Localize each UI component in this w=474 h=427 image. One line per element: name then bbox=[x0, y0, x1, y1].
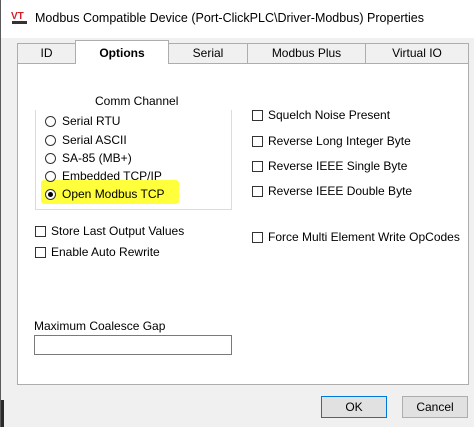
checkbox-icon[interactable] bbox=[35, 225, 46, 237]
checkbox-label: Reverse IEEE Double Byte bbox=[268, 184, 413, 198]
window-title: Modbus Compatible Device (Port-ClickPLC\… bbox=[35, 11, 425, 25]
tab-modbus-plus[interactable]: Modbus Plus bbox=[247, 43, 366, 63]
max-coalesce-gap-label: Maximum Coalesce Gap bbox=[34, 319, 166, 333]
radio-label: Embedded TCP/IP bbox=[62, 169, 162, 183]
check-reverse-long-int[interactable]: Reverse Long Integer Byte bbox=[252, 132, 411, 150]
radio-button-icon[interactable] bbox=[45, 152, 56, 164]
radio-button-icon[interactable] bbox=[45, 115, 56, 127]
window-edge bbox=[1, 400, 4, 427]
check-reverse-ieee-double[interactable]: Reverse IEEE Double Byte bbox=[252, 182, 412, 200]
radio-button-icon[interactable] bbox=[45, 134, 56, 146]
checkbox-label: Reverse Long Integer Byte bbox=[268, 134, 411, 148]
radio-button-icon[interactable] bbox=[45, 170, 56, 182]
svg-text:VT: VT bbox=[11, 11, 24, 22]
checkbox-label: Squelch Noise Present bbox=[268, 108, 391, 122]
checkbox-icon[interactable] bbox=[252, 160, 263, 172]
checkbox-icon[interactable] bbox=[252, 231, 263, 243]
check-store-last-output[interactable]: Store Last Output Values bbox=[35, 222, 184, 240]
check-force-multi-element[interactable]: Force Multi Element Write OpCodes bbox=[252, 228, 460, 246]
vt-app-icon: VT bbox=[11, 11, 27, 24]
checkbox-icon[interactable] bbox=[252, 135, 263, 147]
properties-dialog: VT Modbus Compatible Device (Port-ClickP… bbox=[0, 0, 474, 427]
radio-serial-rtu[interactable]: Serial RTU bbox=[45, 112, 120, 130]
title-bar[interactable]: VT Modbus Compatible Device (Port-ClickP… bbox=[1, 0, 474, 38]
check-reverse-ieee-single[interactable]: Reverse IEEE Single Byte bbox=[252, 157, 407, 175]
radio-label: Serial RTU bbox=[62, 114, 121, 128]
checkbox-icon[interactable] bbox=[35, 246, 46, 258]
check-squelch-noise[interactable]: Squelch Noise Present bbox=[252, 106, 390, 124]
radio-open-modbus-tcp[interactable]: Open Modbus TCP bbox=[45, 185, 165, 203]
check-enable-auto-rewrite[interactable]: Enable Auto Rewrite bbox=[35, 243, 160, 261]
radio-sa85[interactable]: SA-85 (MB+) bbox=[45, 149, 132, 167]
checkbox-label: Force Multi Element Write OpCodes bbox=[268, 230, 460, 244]
checkbox-label: Enable Auto Rewrite bbox=[51, 245, 160, 259]
comm-channel-label: Comm Channel bbox=[95, 94, 179, 108]
max-coalesce-gap-input[interactable] bbox=[34, 335, 232, 355]
tab-serial[interactable]: Serial bbox=[168, 43, 248, 63]
checkbox-icon[interactable] bbox=[252, 109, 263, 121]
radio-label: Serial ASCII bbox=[62, 133, 127, 147]
checkbox-label: Reverse IEEE Single Byte bbox=[268, 159, 408, 173]
radio-label: Open Modbus TCP bbox=[62, 187, 165, 201]
radio-embedded-tcpip[interactable]: Embedded TCP/IP bbox=[45, 167, 162, 185]
tab-id[interactable]: ID bbox=[17, 43, 76, 63]
tab-options[interactable]: Options bbox=[75, 40, 169, 64]
radio-serial-ascii[interactable]: Serial ASCII bbox=[45, 131, 127, 149]
cancel-button[interactable]: Cancel bbox=[402, 396, 468, 418]
checkbox-label: Store Last Output Values bbox=[51, 224, 185, 238]
radio-button-selected-icon[interactable] bbox=[45, 188, 56, 200]
radio-label: SA-85 (MB+) bbox=[62, 151, 132, 165]
ok-button[interactable]: OK bbox=[321, 396, 387, 418]
tab-virtual-io[interactable]: Virtual IO bbox=[365, 43, 469, 63]
checkbox-icon[interactable] bbox=[252, 185, 263, 197]
